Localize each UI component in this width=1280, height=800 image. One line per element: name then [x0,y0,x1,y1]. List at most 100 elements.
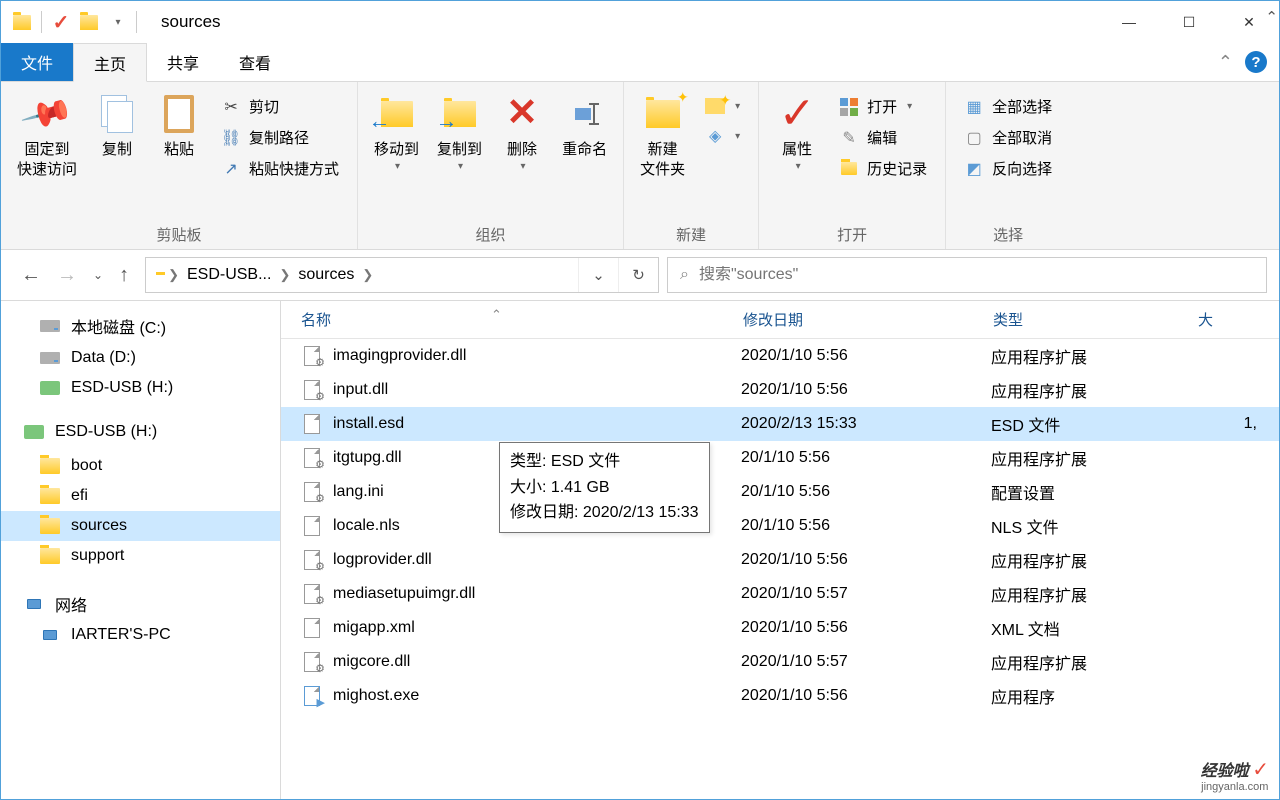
file-list[interactable]: ⚙imagingprovider.dll2020/1/10 5:56应用程序扩展… [281,339,1279,799]
tab-file[interactable]: 文件 [1,43,73,81]
edit-button[interactable]: ✎编辑 [831,123,935,152]
nav-network[interactable]: 网络 [1,587,280,621]
qat-check-icon[interactable]: ✓ [48,9,74,35]
file-type: 应用程序 [991,684,1196,708]
up-button[interactable]: ↑ [119,264,129,287]
back-button[interactable]: ← [21,264,41,287]
chevron-right-icon[interactable]: ❯ [277,267,292,283]
refresh-button[interactable]: ↻ [618,258,658,292]
nav-h-drive-2[interactable]: ESD-USB (H:) [1,417,280,447]
select-none-button[interactable]: ▢全部取消 [956,123,1060,152]
new-item-button[interactable]: ✦▾ [697,92,748,120]
rename-icon [575,103,595,125]
folder-icon [9,9,35,35]
help-icon[interactable]: ? [1245,51,1267,73]
file-row[interactable]: ▶mighost.exe2020/1/10 5:56应用程序 [281,679,1279,713]
nav-support[interactable]: support [1,541,280,571]
easy-access-button[interactable]: ◈▾ [697,122,748,150]
file-row[interactable]: install.esd2020/2/13 15:33ESD 文件1, [281,407,1279,441]
address-dropdown-icon[interactable]: ⌄ [578,258,618,292]
nav-boot[interactable]: boot [1,451,280,481]
file-icon [301,413,323,435]
file-type: 应用程序扩展 [991,378,1196,402]
file-row[interactable]: ⚙lang.ini20/1/10 5:56配置设置 [281,475,1279,509]
file-row[interactable]: ⚙mediasetupuimgr.dll2020/1/10 5:57应用程序扩展 [281,577,1279,611]
copy-path-button[interactable]: ⛓复制路径 [213,123,347,152]
properties-button[interactable]: ✓ 属性▾ [769,88,825,173]
file-area: 名称 修改日期 类型 大 ⚙imagingprovider.dll2020/1/… [281,301,1279,799]
copy-icon [101,95,133,133]
chevron-right-icon[interactable]: ❯ [360,267,375,283]
pin-to-quick-access-button[interactable]: 📌 固定到 快速访问 [11,88,83,179]
file-name: install.esd [333,415,404,433]
nav-c-drive[interactable]: 本地磁盘 (C:) [1,309,280,343]
invert-selection-button[interactable]: ◩反向选择 [956,154,1060,183]
recent-dropdown[interactable]: ⌄ [93,268,103,282]
qat-folder-icon[interactable] [76,9,102,35]
file-row[interactable]: ⚙imagingprovider.dll2020/1/10 5:56应用程序扩展 [281,339,1279,373]
rename-button[interactable]: 重命名 [556,88,613,160]
folder-icon [39,486,61,506]
search-input[interactable] [699,266,1254,284]
history-button[interactable]: 历史记录 [831,154,935,183]
file-row[interactable]: ⚙logprovider.dll2020/1/10 5:56应用程序扩展 [281,543,1279,577]
search-box[interactable]: ⌕ [667,257,1267,293]
file-name: imagingprovider.dll [333,347,466,365]
paste-shortcut-button[interactable]: ↗粘贴快捷方式 [213,154,347,183]
collapse-ribbon-icon[interactable]: ⌃ [1218,52,1233,73]
nav-pc[interactable]: IARTER'S-PC [1,621,280,649]
file-row[interactable]: ⚙itgtupg.dll20/1/10 5:56应用程序扩展 [281,441,1279,475]
file-date: 2020/1/10 5:57 [741,585,991,603]
column-date[interactable]: 修改日期 [731,301,981,338]
nav-d-drive[interactable]: Data (D:) [1,343,280,373]
column-size[interactable]: 大 [1186,301,1279,338]
file-date: 20/1/10 5:56 [741,517,991,535]
paste-button[interactable]: 粘贴 [151,88,207,160]
nav-efi[interactable]: efi [1,481,280,511]
move-to-button[interactable]: ← 移动到▾ [368,88,425,173]
file-row[interactable]: migapp.xml2020/1/10 5:56XML 文档 [281,611,1279,645]
column-type[interactable]: 类型 [981,301,1186,338]
copy-to-button[interactable]: → 复制到▾ [431,88,488,173]
nav-pane[interactable]: ⌃ 本地磁盘 (C:) Data (D:) ESD-USB (H:) ESD-U… [1,301,281,799]
file-icon: ▶ [301,685,323,707]
copy-button[interactable]: 复制 [89,88,145,160]
column-name[interactable]: 名称 [281,301,731,338]
file-name: migcore.dll [333,653,410,671]
watermark: 经验啦 ✓ jingyanla.com [1201,759,1269,793]
file-row[interactable]: ⚙input.dll2020/1/10 5:56应用程序扩展 [281,373,1279,407]
breadcrumb-folder[interactable]: sources [292,266,360,284]
chevron-right-icon[interactable]: ❯ [166,267,181,283]
easy-icon: ◈ [705,126,725,146]
breadcrumb-drive[interactable]: ESD-USB... [181,266,277,284]
file-name: mighost.exe [333,687,419,705]
new-folder-button[interactable]: ✦ 新建 文件夹 [634,88,691,179]
select-all-button[interactable]: ▦全部选择 [956,92,1060,121]
file-date: 20/1/10 5:56 [741,449,991,467]
edit-icon: ✎ [839,128,859,148]
cut-button[interactable]: ✂剪切 [213,92,347,121]
shortcut-icon: ↗ [221,159,241,179]
nav-sources[interactable]: sources [1,511,280,541]
file-row[interactable]: locale.nls20/1/10 5:56NLS 文件 [281,509,1279,543]
tab-share[interactable]: 共享 [147,43,219,81]
file-date: 20/1/10 5:56 [741,483,991,501]
minimize-button[interactable]: — [1099,1,1159,43]
delete-icon: ✕ [506,89,538,138]
open-button[interactable]: 打开▾ [831,92,935,121]
nav-h-drive-1[interactable]: ESD-USB (H:) [1,373,280,403]
forward-button[interactable]: → [57,264,77,287]
folder-icon [39,456,61,476]
file-icon: ⚙ [301,481,323,503]
file-row[interactable]: ⚙migcore.dll2020/1/10 5:57应用程序扩展 [281,645,1279,679]
address-bar[interactable]: ❯ ESD-USB... ❯ sources ❯ ⌄ ↻ [145,257,659,293]
maximize-button[interactable]: ☐ [1159,1,1219,43]
delete-button[interactable]: ✕ 删除▾ [494,88,550,173]
folder-icon [39,546,61,566]
qat-dropdown-icon[interactable]: ▾ [104,9,130,35]
scissors-icon: ✂ [221,97,241,117]
tab-home[interactable]: 主页 [73,43,147,82]
history-icon [839,159,859,179]
tab-view[interactable]: 查看 [219,43,291,81]
file-icon: ⚙ [301,447,323,469]
